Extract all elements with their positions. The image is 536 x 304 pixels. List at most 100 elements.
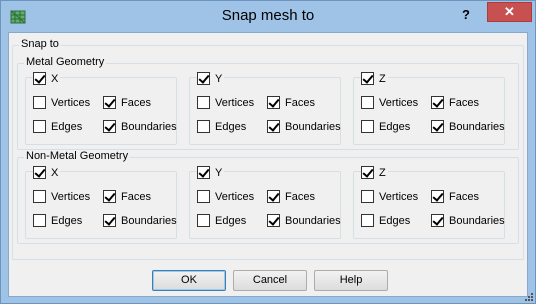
non-metal-geometry-axis-y-checkbox[interactable]: Y	[197, 165, 225, 180]
non-metal-geometry-axis-z-checkbox-box[interactable]	[361, 166, 374, 179]
metal-geometry-axis-x-edges-checkbox[interactable]: Edges	[33, 119, 82, 134]
non-metal-geometry-axis-x-vertices-checkbox-box[interactable]	[33, 190, 46, 203]
metal-geometry-axis-y-boundaries-checkbox[interactable]: Boundaries	[267, 119, 341, 134]
metal-geometry-axis-z-boundaries-checkbox[interactable]: Boundaries	[431, 119, 505, 134]
metal-geometry-axis-z-edges-checkbox[interactable]: Edges	[361, 119, 410, 134]
non-metal-geometry-axis-z-checkbox[interactable]: Z	[361, 165, 388, 180]
metal-geometry-axis-z-vertices-checkbox-label: Vertices	[379, 96, 419, 109]
non-metal-geometry-axis-x-group	[25, 171, 177, 239]
non-metal-geometry-axis-z-boundaries-checkbox-label: Boundaries	[449, 214, 505, 227]
non-metal-geometry-legend: Non-Metal Geometry	[24, 150, 131, 163]
metal-geometry-axis-z-boundaries-checkbox-label: Boundaries	[449, 120, 505, 133]
title-bar: Snap mesh to ? ✕	[1, 1, 535, 32]
metal-geometry-axis-x-faces-checkbox-box[interactable]	[103, 96, 116, 109]
non-metal-geometry-axis-z-vertices-checkbox-box[interactable]	[361, 190, 374, 203]
metal-geometry-axis-x-group	[25, 77, 177, 145]
non-metal-geometry-axis-z-edges-checkbox[interactable]: Edges	[361, 213, 410, 228]
ok-button[interactable]: OK	[152, 270, 226, 291]
non-metal-geometry-axis-x-edges-checkbox-box[interactable]	[33, 214, 46, 227]
metal-geometry-axis-x-vertices-checkbox-box[interactable]	[33, 96, 46, 109]
metal-geometry-axis-z-vertices-checkbox[interactable]: Vertices	[361, 95, 418, 110]
non-metal-geometry-axis-y-edges-checkbox[interactable]: Edges	[197, 213, 246, 228]
metal-geometry-axis-x-checkbox[interactable]: X	[33, 71, 61, 86]
metal-geometry-legend: Metal Geometry	[24, 56, 107, 69]
metal-geometry-axis-z-faces-checkbox-label: Faces	[449, 96, 479, 109]
non-metal-geometry-axis-z-faces-checkbox-box[interactable]	[431, 190, 444, 203]
non-metal-geometry-axis-y-edges-checkbox-label: Edges	[215, 214, 247, 227]
snap-to-legend: Snap to	[19, 38, 61, 51]
non-metal-geometry-axis-z-vertices-checkbox-label: Vertices	[379, 190, 419, 203]
non-metal-geometry-axis-z-boundaries-checkbox[interactable]: Boundaries	[431, 213, 505, 228]
metal-geometry-axis-z-faces-checkbox[interactable]: Faces	[431, 95, 479, 110]
non-metal-geometry-axis-y-vertices-checkbox-label: Vertices	[215, 190, 255, 203]
snap-mesh-dialog: Snap mesh to ? ✕ Snap to Metal Geometry X…	[0, 0, 536, 304]
non-metal-geometry-axis-y-vertices-checkbox[interactable]: Vertices	[197, 189, 254, 204]
non-metal-geometry-axis-y-faces-checkbox-label: Faces	[285, 190, 315, 203]
metal-geometry-axis-y-edges-checkbox-box[interactable]	[197, 120, 210, 133]
non-metal-geometry-axis-z-edges-checkbox-box[interactable]	[361, 214, 374, 227]
non-metal-geometry-axis-x-boundaries-checkbox-box[interactable]	[103, 214, 116, 227]
metal-geometry-axis-z-boundaries-checkbox-box[interactable]	[431, 120, 444, 133]
non-metal-geometry-axis-y-faces-checkbox[interactable]: Faces	[267, 189, 315, 204]
metal-geometry-axis-x-checkbox-label: X	[51, 72, 59, 85]
help-icon[interactable]: ?	[453, 5, 479, 25]
non-metal-geometry-axis-y-boundaries-checkbox-box[interactable]	[267, 214, 280, 227]
metal-geometry-axis-z-checkbox[interactable]: Z	[361, 71, 388, 86]
metal-geometry-axis-z-group	[353, 77, 505, 145]
non-metal-geometry-axis-x-checkbox-box[interactable]	[33, 166, 46, 179]
metal-geometry-axis-y-group	[189, 77, 341, 145]
metal-geometry-axis-z-vertices-checkbox-box[interactable]	[361, 96, 374, 109]
metal-geometry-axis-x-vertices-checkbox[interactable]: Vertices	[33, 95, 90, 110]
non-metal-geometry-axis-z-edges-checkbox-label: Edges	[379, 214, 411, 227]
metal-geometry-axis-x-vertices-checkbox-label: Vertices	[51, 96, 91, 109]
metal-geometry-axis-y-faces-checkbox-label: Faces	[285, 96, 315, 109]
metal-geometry-axis-z-faces-checkbox-box[interactable]	[431, 96, 444, 109]
metal-geometry-axis-y-checkbox-label: Y	[215, 72, 223, 85]
non-metal-geometry-axis-x-faces-checkbox-label: Faces	[121, 190, 151, 203]
non-metal-geometry-axis-x-boundaries-checkbox[interactable]: Boundaries	[103, 213, 177, 228]
non-metal-geometry-axis-z-faces-checkbox-label: Faces	[449, 190, 479, 203]
help-button[interactable]: Help	[314, 270, 388, 291]
metal-geometry-axis-z-checkbox-label: Z	[379, 72, 386, 85]
metal-geometry-axis-y-boundaries-checkbox-label: Boundaries	[285, 120, 341, 133]
non-metal-geometry-axis-x-checkbox[interactable]: X	[33, 165, 61, 180]
non-metal-geometry-axis-y-group	[189, 171, 341, 239]
metal-geometry-axis-x-boundaries-checkbox[interactable]: Boundaries	[103, 119, 177, 134]
metal-geometry-axis-y-checkbox-box[interactable]	[197, 72, 210, 85]
metal-geometry-axis-x-faces-checkbox-label: Faces	[121, 96, 151, 109]
metal-geometry-axis-z-edges-checkbox-label: Edges	[379, 120, 411, 133]
metal-geometry-axis-z-edges-checkbox-box[interactable]	[361, 120, 374, 133]
non-metal-geometry-axis-z-vertices-checkbox[interactable]: Vertices	[361, 189, 418, 204]
metal-geometry-axis-x-edges-checkbox-box[interactable]	[33, 120, 46, 133]
non-metal-geometry-axis-y-checkbox-box[interactable]	[197, 166, 210, 179]
non-metal-geometry-axis-x-vertices-checkbox[interactable]: Vertices	[33, 189, 90, 204]
non-metal-geometry-axis-y-faces-checkbox-box[interactable]	[267, 190, 280, 203]
metal-geometry-axis-z-checkbox-box[interactable]	[361, 72, 374, 85]
metal-geometry-axis-y-vertices-checkbox[interactable]: Vertices	[197, 95, 254, 110]
non-metal-geometry-axis-x-vertices-checkbox-label: Vertices	[51, 190, 91, 203]
metal-geometry-axis-x-faces-checkbox[interactable]: Faces	[103, 95, 151, 110]
dialog-body: Snap to Metal Geometry X Vertices Faces Edge…	[8, 32, 528, 297]
metal-geometry-axis-y-boundaries-checkbox-box[interactable]	[267, 120, 280, 133]
metal-geometry-axis-x-boundaries-checkbox-box[interactable]	[103, 120, 116, 133]
non-metal-geometry-axis-y-boundaries-checkbox[interactable]: Boundaries	[267, 213, 341, 228]
non-metal-geometry-axis-z-boundaries-checkbox-box[interactable]	[431, 214, 444, 227]
metal-geometry-axis-y-edges-checkbox[interactable]: Edges	[197, 119, 246, 134]
non-metal-geometry-axis-y-edges-checkbox-box[interactable]	[197, 214, 210, 227]
non-metal-geometry-axis-y-vertices-checkbox-box[interactable]	[197, 190, 210, 203]
close-button[interactable]: ✕	[487, 2, 532, 22]
non-metal-geometry-axis-x-boundaries-checkbox-label: Boundaries	[121, 214, 177, 227]
metal-geometry-axis-y-checkbox[interactable]: Y	[197, 71, 225, 86]
metal-geometry-axis-x-edges-checkbox-label: Edges	[51, 120, 83, 133]
metal-geometry-axis-y-faces-checkbox[interactable]: Faces	[267, 95, 315, 110]
cancel-button[interactable]: Cancel	[233, 270, 307, 291]
non-metal-geometry-axis-x-faces-checkbox[interactable]: Faces	[103, 189, 151, 204]
non-metal-geometry-axis-x-edges-checkbox[interactable]: Edges	[33, 213, 82, 228]
metal-geometry-axis-y-faces-checkbox-box[interactable]	[267, 96, 280, 109]
non-metal-geometry-axis-z-checkbox-label: Z	[379, 166, 386, 179]
metal-geometry-axis-y-vertices-checkbox-box[interactable]	[197, 96, 210, 109]
resize-grip-icon[interactable]	[524, 292, 534, 302]
metal-geometry-axis-x-checkbox-box[interactable]	[33, 72, 46, 85]
non-metal-geometry-axis-x-faces-checkbox-box[interactable]	[103, 190, 116, 203]
non-metal-geometry-axis-z-faces-checkbox[interactable]: Faces	[431, 189, 479, 204]
